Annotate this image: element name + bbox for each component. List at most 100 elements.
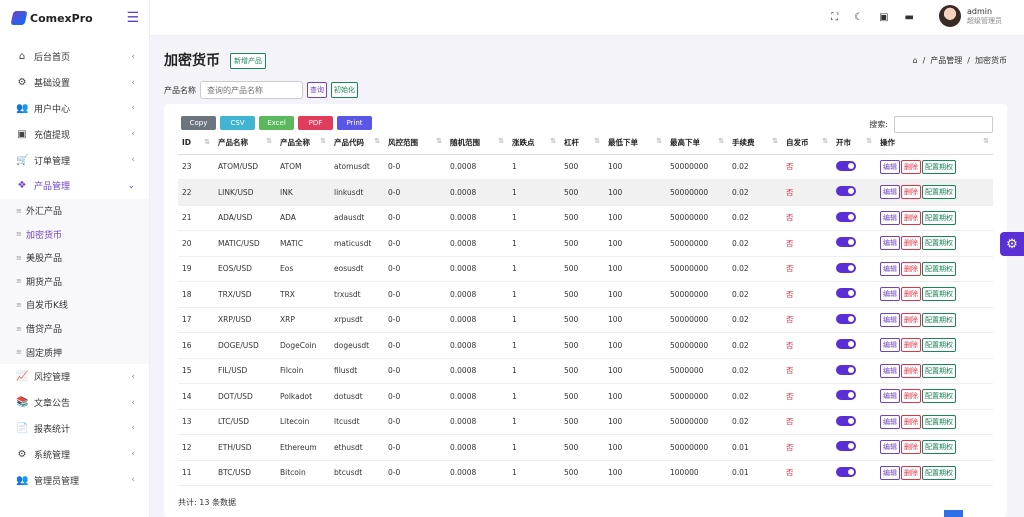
configure-options-button[interactable]: 配置期权 [922,312,956,327]
pagination-active-page[interactable] [944,510,963,517]
breadcrumb-item[interactable]: 产品管理 [930,55,962,66]
sidebar-item[interactable]: ❖ 产品管理 ⌄ [0,173,149,199]
configure-options-button[interactable]: 配置期权 [922,159,956,174]
edit-button[interactable]: 编辑 [880,210,900,225]
reset-button[interactable]: 初始化 [331,82,358,98]
market-open-toggle[interactable] [836,211,856,222]
edit-button[interactable]: 编辑 [880,185,900,200]
query-button[interactable]: 查询 [307,82,327,98]
logo[interactable]: ComexPro [10,11,93,25]
product-name-search-input[interactable] [200,81,303,99]
fullscreen-icon[interactable]: ⛶ [831,12,838,23]
configure-options-button[interactable]: 配置期权 [922,236,956,251]
table-row[interactable]: 21 ADA/USD ADA adausdt 0-0 0.0008 1 500 100 50000… [178,205,993,231]
cash-icon[interactable]: ▣ [879,12,888,23]
column-header[interactable]: 最高下单 ⇅ [666,132,728,155]
configure-options-button[interactable]: 配置期权 [922,389,956,404]
configure-options-button[interactable]: 配置期权 [922,185,956,200]
delete-button[interactable]: 删除 [901,287,921,302]
table-row[interactable]: 12 ETH/USD Ethereum ethusdt 0-0 0.0008 1 500 100… [178,434,993,461]
market-open-toggle[interactable] [836,466,856,477]
sidebar-item[interactable]: ⌂ 后台首页 ‹ [0,44,149,70]
delete-button[interactable]: 删除 [901,389,921,404]
edit-button[interactable]: 编辑 [880,363,900,378]
sidebar-item[interactable]: 📄 报表统计 ‹ [0,416,149,442]
configure-options-button[interactable]: 配置期权 [922,465,956,480]
home-icon[interactable]: ⌂ [913,56,918,65]
sidebar-item[interactable]: 📚 文章公告 ‹ [0,390,149,416]
sidebar-subitem[interactable]: ≡ 借贷产品 [0,317,149,341]
hamburger-menu-icon[interactable]: ☰ [126,11,139,25]
configure-options-button[interactable]: 配置期权 [922,338,956,353]
market-open-toggle[interactable] [836,339,856,350]
column-header[interactable]: 手续费 ⇅ [728,132,782,155]
export-copy-button[interactable]: Copy [181,116,216,130]
configure-options-button[interactable]: 配置期权 [922,440,956,455]
table-search-input[interactable] [894,116,993,133]
table-row[interactable]: 13 LTC/USD Litecoin ltcusdt 0-0 0.0008 1 500 100… [178,409,993,435]
sidebar-subitem[interactable]: ≡ 外汇产品 [0,199,149,223]
delete-button[interactable]: 删除 [901,185,921,200]
column-header[interactable]: 自发币 ⇅ [782,132,832,155]
column-header[interactable]: 杠杆 ⇅ [560,132,604,155]
table-row[interactable]: 22 LINK/USD INK linkusdt 0-0 0.0008 1 500 100 500… [178,179,993,206]
sidebar-item[interactable]: ▣ 充值提现 ‹ [0,121,149,147]
market-open-toggle[interactable] [836,415,856,426]
table-row[interactable]: 23 ATOM/USD ATOM atomusdt 0-0 0.0008 1 500 100 50… [178,154,993,180]
market-open-toggle[interactable] [836,237,856,248]
market-open-toggle[interactable] [836,288,856,299]
export-pdf-button[interactable]: PDF [298,116,333,130]
sidebar-subitem[interactable]: ≡ 固定质押 [0,340,149,364]
market-open-toggle[interactable] [836,441,856,452]
edit-button[interactable]: 编辑 [880,338,900,353]
edit-button[interactable]: 编辑 [880,465,900,480]
edit-button[interactable]: 编辑 [880,287,900,302]
column-header[interactable]: 风控范围 ⇅ [384,132,446,155]
sidebar-item[interactable]: 👥 管理员管理 ‹ [0,467,149,493]
column-header[interactable]: 随机范围 ⇅ [446,132,508,155]
market-open-toggle[interactable] [836,313,856,324]
delete-button[interactable]: 删除 [901,210,921,225]
sidebar-subitem[interactable]: ≡ 美股产品 [0,246,149,270]
delete-button[interactable]: 删除 [901,159,921,174]
table-row[interactable]: 20 MATIC/USD MATIC maticusdt 0-0 0.0008 1 500 10… [178,230,993,257]
chat-icon[interactable]: ▬ [905,12,914,23]
delete-button[interactable]: 删除 [901,440,921,455]
settings-gear-icon[interactable]: ⚙ [1000,232,1024,256]
market-open-toggle[interactable] [836,160,856,171]
table-row[interactable]: 17 XRP/USD XRP xrpusdt 0-0 0.0008 1 500 100 50000… [178,307,993,333]
column-header[interactable]: 操作 ⇅ [876,132,993,155]
user-menu[interactable]: admin 超级管理员 [939,5,1002,27]
delete-button[interactable]: 删除 [901,414,921,429]
edit-button[interactable]: 编辑 [880,440,900,455]
column-header[interactable]: 产品名称 ⇅ [214,132,276,155]
table-row[interactable]: 15 FIL/USD Filcoin filusdt 0-0 0.0008 1 500 100 5… [178,358,993,384]
export-print-button[interactable]: Print [337,116,372,130]
configure-options-button[interactable]: 配置期权 [922,287,956,302]
configure-options-button[interactable]: 配置期权 [922,261,956,276]
add-product-button[interactable]: 新增产品 [230,53,266,69]
column-header[interactable]: 产品全称 ⇅ [276,132,330,155]
edit-button[interactable]: 编辑 [880,389,900,404]
configure-options-button[interactable]: 配置期权 [922,363,956,378]
delete-button[interactable]: 删除 [901,312,921,327]
table-row[interactable]: 14 DOT/USD Polkadot dotusdt 0-0 0.0008 1 500 100… [178,383,993,410]
column-header[interactable]: ID ⇅ [178,132,214,155]
edit-button[interactable]: 编辑 [880,236,900,251]
table-row[interactable]: 19 EOS/USD Eos eosusdt 0-0 0.0008 1 500 100 50000… [178,256,993,282]
delete-button[interactable]: 删除 [901,338,921,353]
table-row[interactable]: 11 BTC/USD Bitcoin btcusdt 0-0 0.0008 1 500 100 1… [178,460,993,486]
sidebar-subitem[interactable]: ≡ 自发币K线 [0,293,149,317]
sidebar-subitem[interactable]: ≡ 加密货币 [0,222,149,246]
delete-button[interactable]: 删除 [901,236,921,251]
column-header[interactable]: 涨跌点 ⇅ [508,132,560,155]
sidebar-item[interactable]: 🛒 订单管理 ‹ [0,147,149,173]
edit-button[interactable]: 编辑 [880,414,900,429]
market-open-toggle[interactable] [836,262,856,273]
sidebar-item[interactable]: ⚙ 基础设置 ‹ [0,70,149,96]
delete-button[interactable]: 删除 [901,465,921,480]
table-row[interactable]: 16 DOGE/USD DogeCoin dogeusdt 0-0 0.0008 1 500 1… [178,332,993,359]
column-header[interactable]: 产品代码 ⇅ [330,132,384,155]
market-open-toggle[interactable] [836,390,856,401]
table-row[interactable]: 18 TRX/USD TRX trxusdt 0-0 0.0008 1 500 100 50000… [178,281,993,308]
